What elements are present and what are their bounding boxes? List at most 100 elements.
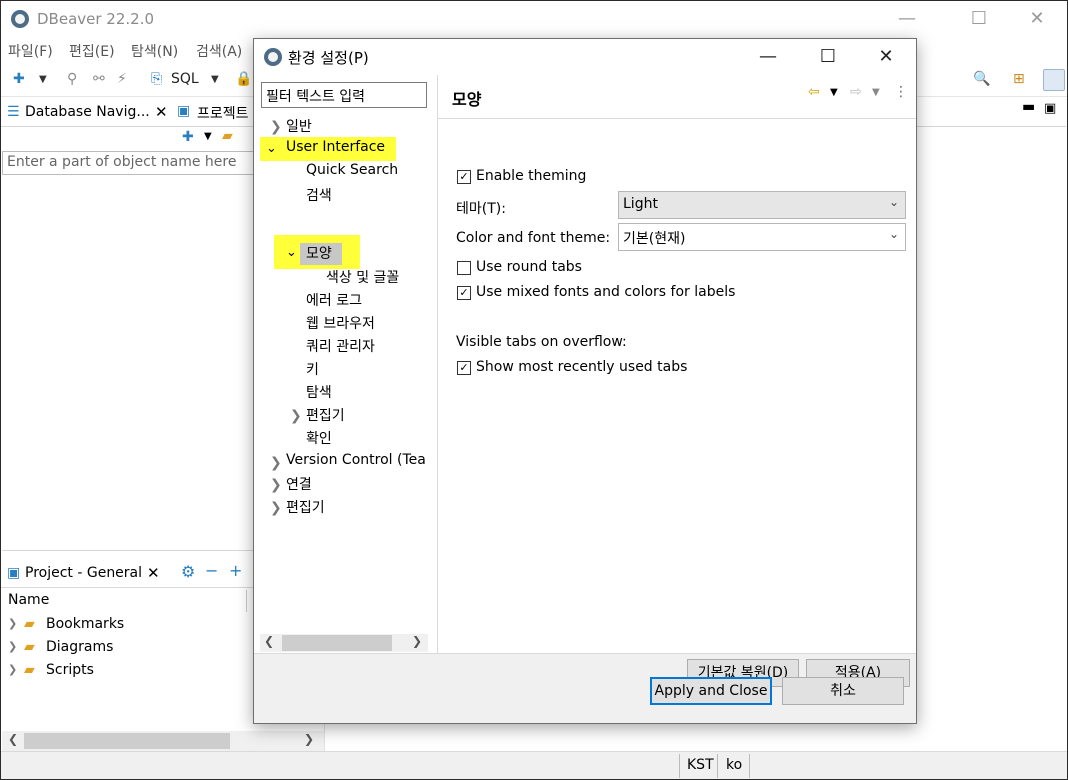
column-header-name[interactable]: Name (8, 592, 49, 608)
tree-navigation[interactable]: 탐색 (306, 382, 332, 402)
expand-connections-icon[interactable]: ❯ (270, 477, 282, 493)
close-tab-icon[interactable]: ✕ (155, 103, 168, 121)
settings-gear-icon[interactable]: ⚙ (181, 562, 195, 581)
tree-page-divider (437, 75, 438, 653)
invalidate-icon[interactable]: ⚡ (117, 71, 127, 87)
apply-and-close-button[interactable]: Apply and Close (650, 677, 772, 705)
tree-scroll-right-icon[interactable]: ❯ (412, 634, 422, 648)
more-options-icon[interactable]: ⋮ (894, 84, 908, 100)
tree-error-log[interactable]: 에러 로그 (306, 290, 362, 310)
maximize-panel-icon[interactable]: ▣ (1044, 101, 1056, 116)
tree-editors[interactable]: 편집기 (286, 497, 325, 517)
scrollbar-thumb[interactable] (24, 733, 230, 749)
minimize-panel-icon[interactable]: ▬ (1022, 99, 1035, 115)
expand-diagrams-icon[interactable]: ❯ (8, 640, 17, 653)
close-icon[interactable]: ✕ (1013, 1, 1061, 37)
expand-editors-icon[interactable]: ❯ (270, 500, 282, 516)
theme-value: Light (623, 196, 658, 212)
expand-version-control-icon[interactable]: ❯ (270, 455, 282, 471)
tree-query-manager[interactable]: 쿼리 관리자 (306, 336, 375, 356)
expand-general-icon[interactable]: ❯ (270, 119, 282, 135)
menu-search[interactable]: 검색(A) (196, 41, 242, 61)
connect-icon[interactable]: ⚲ (67, 71, 77, 87)
app-title: DBeaver 22.2.0 (37, 10, 155, 28)
disconnect-icon[interactable]: ⚯ (93, 71, 105, 87)
enable-theming-checkbox[interactable]: ✓ (457, 170, 471, 184)
tree-item-scripts[interactable]: Scripts (46, 662, 94, 678)
tree-user-interface[interactable]: User Interface (286, 139, 385, 155)
tree-connections[interactable]: 연결 (286, 474, 312, 494)
tree-general[interactable]: 일반 (286, 116, 312, 136)
dialog-close-icon[interactable]: ✕ (858, 39, 914, 75)
project-general-tab[interactable]: ▣ Project - General ✕ ⚙ − + (1, 560, 253, 588)
recent-tabs-label: Show most recently used tabs (476, 359, 688, 375)
tree-version-control[interactable]: Version Control (Tea (286, 452, 426, 468)
column-divider (246, 590, 247, 612)
tree-appearance[interactable]: 모양 (306, 243, 332, 263)
scroll-right-icon[interactable]: ❯ (304, 732, 314, 746)
color-font-theme-select[interactable]: 기본(현재) ⌄ (618, 223, 906, 251)
menu-edit[interactable]: 편집(E) (69, 41, 115, 61)
dialog-minimize-icon[interactable]: — (740, 39, 796, 75)
minimize-icon[interactable]: — (883, 1, 931, 37)
mixed-fonts-checkbox[interactable]: ✓ (457, 286, 471, 300)
dbeaver-perspective-icon[interactable] (1043, 69, 1065, 91)
collapse-icon[interactable]: − (205, 561, 218, 580)
tree-item-diagrams[interactable]: Diagrams (46, 639, 113, 655)
tree-keys[interactable]: 키 (306, 359, 319, 379)
tree-colors-fonts[interactable]: 색상 및 글꼴 (326, 267, 399, 287)
add-icon[interactable]: + (229, 561, 242, 580)
recent-tabs-checkbox[interactable]: ✓ (457, 361, 471, 375)
scroll-left-icon[interactable]: ❮ (8, 732, 18, 746)
tree-quick-search[interactable]: Quick Search (306, 162, 398, 178)
dialog-maximize-icon[interactable]: ☐ (800, 39, 856, 75)
tree-confirm[interactable]: 확인 (306, 428, 332, 448)
dbeaver-logo-icon (11, 10, 29, 28)
maximize-icon[interactable]: ☐ (955, 1, 1003, 37)
perspective-icon[interactable]: ⊞ (1013, 71, 1025, 87)
database-icon: ☰ (7, 104, 20, 120)
preferences-filter-input[interactable]: 필터 텍스트 입력 (261, 82, 427, 108)
tree-search[interactable]: 검색 (306, 185, 332, 205)
tree-scrollbar-thumb[interactable] (282, 635, 392, 651)
lock-icon[interactable]: 🔒 (235, 71, 252, 87)
menu-file[interactable]: 파일(F) (8, 41, 53, 61)
cancel-button[interactable]: 취소 (782, 677, 904, 705)
search-icon[interactable]: 🔍 (973, 71, 990, 87)
collapse-user-interface-icon[interactable]: ⌄ (266, 141, 277, 156)
dialog-title: 환경 설정(P) (288, 49, 369, 67)
collapse-appearance-icon[interactable]: ⌄ (286, 245, 297, 260)
new-connection-icon[interactable]: ✚ (13, 71, 25, 87)
round-tabs-checkbox[interactable] (457, 261, 471, 275)
new-connection-small-icon[interactable]: ✚ (182, 129, 194, 145)
projects-tab-label[interactable]: 프로젝트 (197, 103, 249, 123)
connection-dropdown-icon[interactable]: ▼ (204, 131, 212, 142)
navigator-filter-input[interactable]: Enter a part of object name here (2, 151, 254, 175)
forward-dropdown-icon[interactable]: ▼ (872, 87, 880, 98)
theme-select[interactable]: Light ⌄ (618, 191, 906, 219)
project-horizontal-scrollbar[interactable]: ❮ ❯ (2, 731, 324, 751)
expand-editors-sub-icon[interactable]: ❯ (290, 408, 302, 424)
sql-editor-icon[interactable]: ⎘ (151, 71, 162, 87)
mixed-fonts-label: Use mixed fonts and colors for labels (476, 284, 736, 300)
main-title-bar: DBeaver 22.2.0 — ☐ ✕ (1, 1, 1067, 37)
chevron-down-icon[interactable]: ▼ (39, 74, 47, 85)
database-navigator-tab[interactable]: ☰ Database Navig... ✕ ▣ 프로젝트 (1, 99, 253, 127)
back-arrow-icon[interactable]: ⇦ (808, 84, 820, 100)
close-project-tab-icon[interactable]: ✕ (147, 564, 160, 582)
new-folder-icon[interactable]: ▰ (222, 128, 233, 144)
tree-horizontal-scrollbar[interactable]: ❮ ❯ (260, 634, 428, 652)
tree-scroll-left-icon[interactable]: ❮ (264, 634, 274, 648)
pane-divider (2, 550, 254, 551)
menu-navigate[interactable]: 탐색(N) (131, 41, 178, 61)
sql-button-label[interactable]: SQL (171, 71, 199, 87)
back-dropdown-icon[interactable]: ▼ (830, 87, 838, 98)
tree-editors-sub[interactable]: 편집기 (306, 405, 345, 425)
tree-web-browser[interactable]: 웹 브라우저 (306, 313, 375, 333)
expand-scripts-icon[interactable]: ❯ (8, 663, 17, 676)
sql-dropdown-icon[interactable]: ▼ (211, 74, 219, 85)
tree-item-bookmarks[interactable]: Bookmarks (46, 616, 124, 632)
forward-arrow-icon[interactable]: ⇨ (850, 84, 862, 100)
theme-label: 테마(T): (456, 201, 506, 217)
expand-bookmarks-icon[interactable]: ❯ (8, 617, 17, 630)
